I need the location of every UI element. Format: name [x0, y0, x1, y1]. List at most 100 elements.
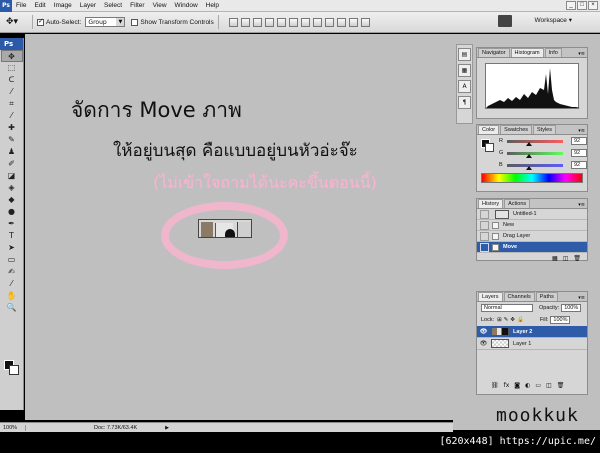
tab-layers[interactable]: Layers [478, 292, 503, 301]
notes-tool-icon[interactable]: ✍ [1, 266, 23, 278]
history-brush-source-icon[interactable] [480, 220, 489, 230]
tab-swatches[interactable]: Swatches [500, 125, 533, 134]
red-slider-knob[interactable] [526, 141, 532, 146]
type-tool-icon[interactable]: T [1, 230, 23, 242]
healing-brush-tool-icon[interactable]: ✚ [1, 122, 23, 134]
panel-menu-icon[interactable]: ▾≡ [578, 295, 587, 301]
new-layer-icon[interactable]: ◫ [546, 382, 552, 389]
zoom-tool-icon[interactable]: 🔍 [1, 302, 23, 314]
align-vcenter-icon[interactable] [240, 17, 250, 27]
show-transform-option[interactable]: Show Transform Controls [131, 18, 214, 26]
green-value[interactable]: 92 [571, 149, 587, 157]
tab-info[interactable]: Info [544, 48, 562, 57]
red-value[interactable]: 92 [571, 137, 587, 145]
layer-style-icon[interactable]: fx [504, 382, 510, 389]
panel-menu-icon[interactable]: ▾≡ [578, 202, 587, 208]
history-snapshot-row[interactable]: Untitled-1 [477, 209, 587, 220]
moved-layer-image[interactable] [198, 219, 252, 238]
distribute-hcenter-icon[interactable] [348, 17, 358, 27]
history-state-row-selected[interactable]: Move [477, 242, 587, 253]
panel-menu-icon[interactable]: ▾≡ [578, 128, 587, 134]
clone-stamp-tool-icon[interactable]: ♟ [1, 146, 23, 158]
tab-color[interactable]: Color [478, 125, 500, 134]
distribute-vcenter-icon[interactable] [312, 17, 322, 27]
menu-file[interactable]: File [12, 2, 30, 9]
marquee-tool-icon[interactable]: ⬚ [1, 62, 23, 74]
blend-mode-select[interactable]: Normal [481, 304, 533, 312]
close-button[interactable]: × [588, 1, 598, 10]
gradient-tool-icon[interactable]: ◈ [1, 182, 23, 194]
align-top-icon[interactable] [228, 17, 238, 27]
align-bottom-icon[interactable] [252, 17, 262, 27]
blue-value[interactable]: 92 [571, 161, 587, 169]
menu-help[interactable]: Help [202, 2, 223, 9]
lock-image-icon[interactable]: ✎ [504, 317, 509, 323]
new-group-icon[interactable]: ▭ [535, 382, 541, 389]
history-brush-source-icon[interactable] [480, 209, 489, 219]
menu-select[interactable]: Select [100, 2, 126, 9]
shape-tool-icon[interactable]: ▭ [1, 254, 23, 266]
color-bg-swatch[interactable] [485, 143, 494, 152]
maximize-button[interactable]: □ [577, 1, 587, 10]
minimize-button[interactable]: _ [566, 1, 576, 10]
show-transform-checkbox[interactable] [131, 18, 139, 26]
menu-filter[interactable]: Filter [126, 2, 148, 9]
menu-image[interactable]: Image [50, 2, 76, 9]
distribute-right-icon[interactable] [360, 17, 370, 27]
opacity-field[interactable]: 100% [561, 304, 582, 312]
character-panel-icon[interactable]: A [458, 80, 471, 93]
menu-window[interactable]: Window [171, 2, 202, 9]
zoom-level[interactable]: 100% [0, 424, 26, 431]
history-state-row[interactable]: Drag Layer [477, 231, 587, 242]
menu-view[interactable]: View [149, 2, 171, 9]
lock-all-icon[interactable]: 🔒 [517, 317, 524, 323]
layer-row-selected[interactable]: 👁 Layer 2 [477, 326, 587, 338]
align-left-icon[interactable] [264, 17, 274, 27]
history-brush-tool-icon[interactable]: ✐ [1, 158, 23, 170]
magic-wand-tool-icon[interactable]: ⁄ [1, 86, 23, 98]
green-slider[interactable] [507, 151, 563, 158]
tab-channels[interactable]: Channels [503, 292, 535, 301]
history-state-row[interactable]: New [477, 220, 587, 231]
paragraph-panel-icon[interactable]: ¶ [458, 96, 471, 109]
menu-layer[interactable]: Layer [76, 2, 100, 9]
red-slider[interactable] [507, 139, 563, 146]
auto-select-option[interactable]: Auto-Select: [37, 17, 81, 26]
green-slider-knob[interactable] [526, 153, 532, 158]
tab-history[interactable]: History [478, 199, 504, 208]
hand-tool-icon[interactable]: ✋ [1, 290, 23, 302]
tool-presets-icon[interactable]: ▦ [458, 64, 471, 77]
path-selection-tool-icon[interactable]: ➤ [1, 242, 23, 254]
distribute-bottom-icon[interactable] [324, 17, 334, 27]
blue-slider[interactable] [507, 163, 563, 170]
distribute-left-icon[interactable] [336, 17, 346, 27]
distribute-top-icon[interactable] [300, 17, 310, 27]
menu-edit[interactable]: Edit [30, 2, 49, 9]
link-layers-icon[interactable]: ⛓ [491, 382, 499, 389]
trash-icon[interactable]: 🗑 [557, 382, 565, 389]
visibility-eye-icon[interactable]: 👁 [479, 328, 488, 335]
visibility-eye-icon[interactable]: 👁 [479, 340, 488, 347]
tab-paths[interactable]: Paths [535, 292, 558, 301]
layer-row[interactable]: 👁 Layer 1 [477, 338, 587, 350]
blur-tool-icon[interactable]: ◆ [1, 194, 23, 206]
brushes-panel-icon[interactable]: ▤ [458, 48, 471, 61]
document-canvas[interactable]: จัดการ Move ภาพ ให้อยู่บนสุด คือแบบอยู่บ… [25, 34, 453, 420]
blue-slider-knob[interactable] [526, 165, 532, 170]
tab-actions[interactable]: Actions [504, 199, 531, 208]
background-color-swatch[interactable] [9, 365, 19, 375]
slice-tool-icon[interactable]: ⁄ [1, 110, 23, 122]
workspace-button[interactable]: Workspace ▾ [535, 16, 572, 24]
color-spectrum-ramp[interactable] [481, 173, 583, 183]
align-right-icon[interactable] [288, 17, 298, 27]
eyedropper-tool-icon[interactable]: ⁄ [1, 278, 23, 290]
layer-mask-icon[interactable]: ◙ [514, 382, 520, 389]
pen-tool-icon[interactable]: ✒ [1, 218, 23, 230]
lock-transparent-icon[interactable]: ⊞ [497, 317, 502, 323]
history-brush-source-icon[interactable] [480, 231, 489, 241]
move-tool-icon[interactable]: ✥ [0, 50, 23, 62]
tab-styles[interactable]: Styles [533, 125, 556, 134]
tab-histogram[interactable]: Histogram [510, 48, 544, 57]
trash-icon[interactable]: 🗑 [573, 255, 581, 262]
bridge-icon[interactable] [498, 15, 512, 27]
